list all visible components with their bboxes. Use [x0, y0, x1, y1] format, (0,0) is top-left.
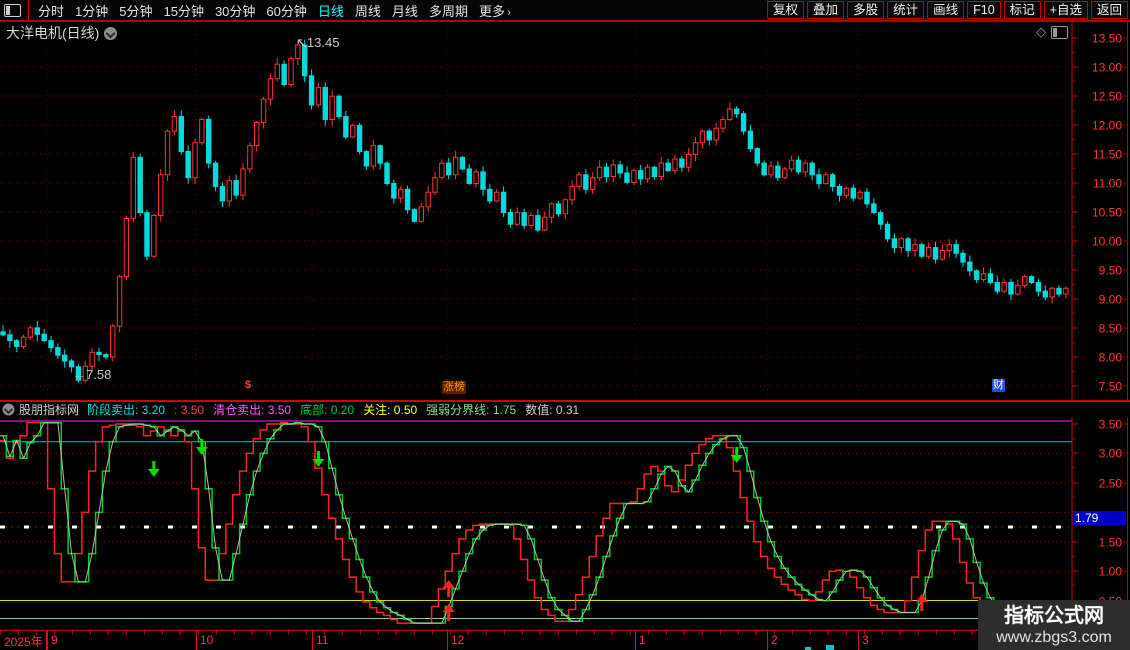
menu-item-monthly[interactable]: 月线 — [392, 1, 418, 20]
indicator-header: 股朋指标网 阶段卖出: 3.20 : 3.50 清仓卖出: 3.50 底部: 0.20… — [0, 400, 1130, 417]
indicator-param-4: 关注: 0.50 — [363, 401, 417, 418]
toolbar-button-stats[interactable]: 统计 — [887, 1, 924, 19]
price-axis-label: 13.50 — [1092, 32, 1122, 46]
indicator-param-6: 数值: 0.31 — [525, 401, 579, 418]
toolbar-button-overlay[interactable]: 叠加 — [807, 1, 844, 19]
price-axis-label: 10.00 — [1092, 235, 1122, 249]
date-label: 2 — [771, 633, 778, 647]
toolbar-button-f10[interactable]: F10 — [967, 1, 1001, 19]
sell-signal-arrow-icon — [731, 447, 743, 463]
indicator-param-5: 强弱分界线: 1.75 — [426, 401, 516, 418]
high-arrow-icon: ↖ — [296, 35, 307, 50]
indicator-param-0: 阶段卖出: 3.20 — [87, 401, 165, 418]
indicator-axis-label: 3.50 — [1099, 418, 1123, 432]
menu-item-15min[interactable]: 15分钟 — [163, 1, 203, 20]
indicator-param-1: : 3.50 — [174, 403, 204, 417]
toolbar-buttons: 复权叠加多股统计画线F10标记+自选返回 — [764, 1, 1128, 19]
indicator-step-red — [0, 423, 1069, 623]
date-label: 3 — [862, 633, 869, 647]
price-axis-label: 12.50 — [1092, 90, 1122, 104]
toolbar-artifact-icon — [826, 645, 834, 650]
toolbar-button-adjust[interactable]: 复权 — [767, 1, 804, 19]
price-axis-label: 8.50 — [1099, 322, 1123, 336]
indicator-layer — [0, 421, 1072, 623]
menu-item-60min[interactable]: 60分钟 — [266, 1, 306, 20]
period-menu: 分时 1分钟 5分钟 15分钟 30分钟 60分钟日线周线月线多周期更多› — [0, 0, 522, 20]
price-axis-label: 9.00 — [1099, 293, 1123, 307]
price-axis-label: 8.00 — [1099, 351, 1123, 365]
indicator-param-2: 清仓卖出: 3.50 — [213, 401, 291, 418]
menu-divider — [28, 0, 29, 20]
date-separator — [858, 631, 859, 650]
menu-item-daily[interactable]: 日线 — [318, 1, 344, 20]
date-label: 10 — [200, 633, 213, 647]
indicator-axis-label: 3.00 — [1099, 447, 1123, 461]
toolbar-button-multi-stock[interactable]: 多股 — [847, 1, 884, 19]
date-separator — [47, 631, 48, 650]
date-separator — [635, 631, 636, 650]
indicator-axis-label: 1.00 — [1099, 565, 1123, 579]
chart-canvas: 13.5013.0012.5012.0011.5011.0010.5010.00… — [0, 22, 1130, 650]
toolbar-button-back[interactable]: 返回 — [1091, 1, 1128, 19]
year-label: 2025年 — [4, 633, 43, 650]
date-label: 12 — [451, 633, 464, 647]
sell-signal-arrow-icon — [148, 461, 160, 477]
date-axis-ticks — [0, 631, 1072, 635]
date-label: 1 — [639, 633, 646, 647]
collapse-chevron-icon[interactable] — [104, 27, 117, 40]
price-axis-label: 10.50 — [1092, 206, 1122, 220]
date-separator — [312, 631, 313, 650]
date-label: 11 — [316, 633, 328, 647]
stock-title-bar: 大洋电机(日线) — [6, 23, 117, 43]
indicator-param-3: 底部: 0.20 — [300, 401, 354, 418]
split-window-icon[interactable] — [1051, 26, 1068, 39]
corner-icons: ◇ — [1036, 24, 1068, 40]
indicator-collapse-icon[interactable] — [3, 404, 15, 416]
watermark-url: www.zbgs3.com — [996, 628, 1112, 647]
price-axis-label: 11.00 — [1093, 177, 1122, 191]
indicator-axis-label: 2.50 — [1099, 477, 1123, 491]
date-separator — [767, 631, 768, 650]
price-axis-label: 9.50 — [1099, 264, 1123, 278]
date-separator — [447, 631, 448, 650]
indicator-source-name: 股朋指标网 — [19, 401, 79, 418]
toolbar-button-add-watchlist[interactable]: +自选 — [1044, 1, 1088, 19]
date-axis: 2025年 9101112123 — [0, 630, 1130, 650]
sell-signal-arrow-icon — [312, 451, 324, 467]
price-axis-label: 13.00 — [1092, 61, 1122, 75]
low-arrow-icon: ← — [73, 367, 86, 382]
menu-item-5min[interactable]: 5分钟 — [119, 1, 152, 20]
finance-badge[interactable]: 财 — [992, 379, 1005, 392]
more-chevron-icon: › — [507, 5, 511, 19]
menu-item-1min[interactable]: 1分钟 — [75, 1, 108, 20]
low-price-annotation: ←7.58 — [73, 367, 111, 382]
watermark: 指标公式网 www.zbgs3.com — [978, 600, 1130, 650]
date-separator — [196, 631, 197, 650]
menu-item-weekly[interactable]: 周线 — [355, 1, 381, 20]
diamond-marker-icon[interactable]: ◇ — [1036, 24, 1046, 40]
price-axis-label: 11.50 — [1093, 148, 1122, 162]
toolbar-button-draw[interactable]: 画线 — [927, 1, 964, 19]
menu-item-more[interactable]: 更多› — [479, 1, 511, 20]
rank-list-badge[interactable]: 涨榜 — [442, 381, 466, 394]
trading-app-window: 分时 1分钟 5分钟 15分钟 30分钟 60分钟日线周线月线多周期更多› 复权叠加多股统… — [0, 0, 1130, 650]
toolbar-button-mark[interactable]: 标记 — [1004, 1, 1041, 19]
menu-item-30min[interactable]: 30分钟 — [215, 1, 255, 20]
price-axis-label: 12.00 — [1092, 119, 1122, 133]
indicator-current-value-tag: 1.79 — [1073, 511, 1126, 525]
candlestick-layer — [1, 40, 1068, 383]
right-axis: 13.5013.0012.5012.0011.5011.0010.5010.00… — [0, 22, 1130, 650]
price-axis-label: 7.50 — [1099, 380, 1123, 394]
money-marker-icon[interactable]: $ — [244, 379, 252, 392]
high-price-annotation: ↖13.45 — [296, 35, 339, 51]
layout-panel-icon[interactable] — [4, 4, 21, 17]
stock-title: 大洋电机(日线) — [6, 23, 99, 43]
menu-item-multi-period[interactable]: 多周期 — [429, 1, 468, 20]
indicator-axis-label: 1.50 — [1099, 536, 1123, 550]
date-label: 9 — [51, 633, 58, 647]
top-menu-bar: 分时 1分钟 5分钟 15分钟 30分钟 60分钟日线周线月线多周期更多› 复权叠加多股统… — [0, 0, 1130, 22]
watermark-title: 指标公式网 — [1004, 604, 1104, 628]
menu-item-intraday[interactable]: 分时 — [38, 1, 64, 20]
